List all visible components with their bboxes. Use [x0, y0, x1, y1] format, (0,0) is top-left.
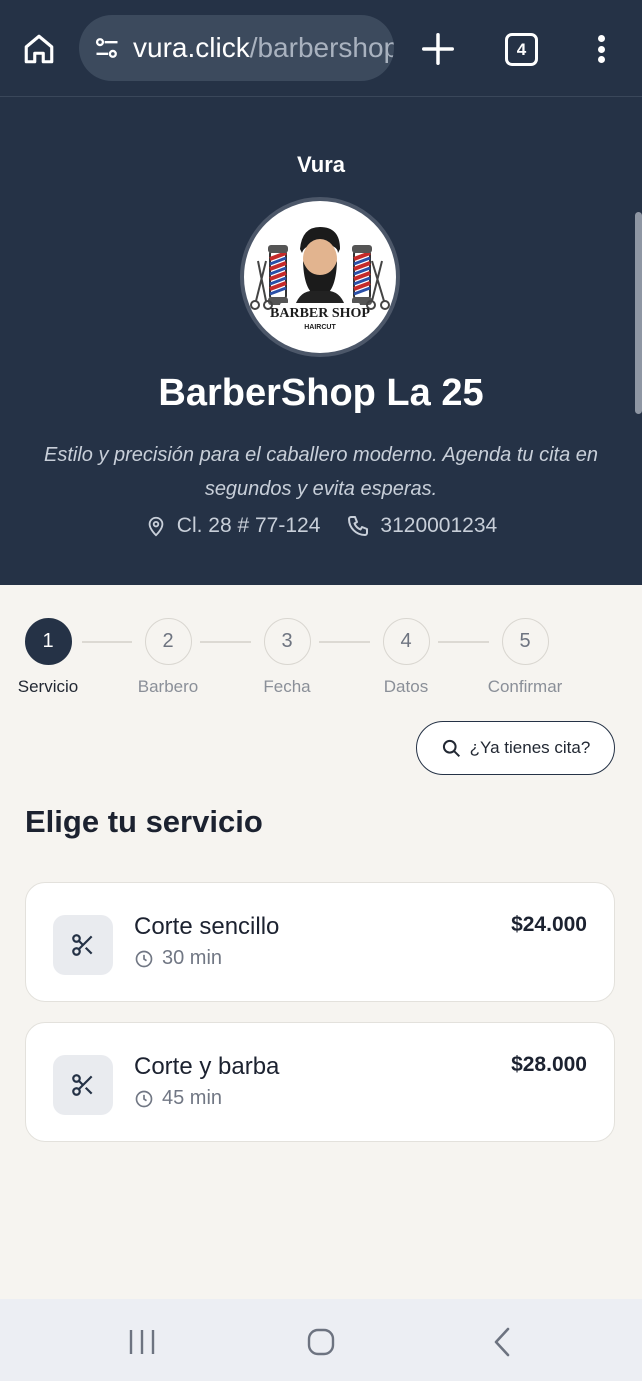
service-name: Corte sencillo [134, 913, 280, 940]
step-fecha[interactable]: 3 Fecha [227, 618, 347, 697]
url-domain: vura.click [133, 32, 250, 63]
step-label: Fecha [263, 677, 311, 696]
shop-tagline: Estilo y precisión para el caballero mod… [43, 444, 599, 500]
site-settings-icon[interactable] [93, 34, 121, 62]
service-duration: 30 min [134, 947, 222, 970]
find-appointment-button[interactable]: ¿Ya tienes cita? [416, 721, 615, 775]
step-datos[interactable]: 4 Datos [346, 618, 466, 697]
home-icon[interactable] [18, 28, 60, 70]
service-duration-text: 30 min [162, 947, 223, 969]
contact-info: Cl. 28 # 77-124 3120001234 [0, 514, 642, 538]
phone-text: 3120001234 [380, 514, 498, 537]
step-number: 5 [501, 618, 549, 665]
address-bar[interactable]: vura.click/barbershop-la-25 [79, 15, 394, 81]
new-tab-icon[interactable] [419, 30, 457, 68]
step-number: 2 [144, 618, 192, 665]
more-menu-icon[interactable] [588, 30, 614, 68]
scissors-icon [53, 1055, 113, 1115]
shop-logo: BARBER SHOP HAIRCUT [240, 197, 400, 357]
url-text: vura.click/barbershop-la-25 [133, 32, 394, 64]
service-card[interactable]: Corte y barba 45 min $28.000 [25, 1022, 615, 1142]
system-nav-bar [0, 1299, 642, 1381]
phone-icon [348, 516, 369, 536]
address-text: Cl. 28 # 77-124 [176, 514, 321, 537]
service-duration-text: 45 min [162, 1087, 223, 1109]
step-servicio[interactable]: 1 Servicio [0, 618, 108, 697]
search-icon [442, 739, 460, 758]
clock-icon [135, 1090, 153, 1107]
home-nav-icon[interactable] [306, 1327, 336, 1357]
recent-apps-icon[interactable] [126, 1328, 158, 1356]
step-label: Servicio [17, 677, 79, 696]
browser-toolbar: vura.click/barbershop-la-25 4 [0, 0, 642, 97]
phone[interactable]: 3120001234 [346, 514, 497, 538]
find-appointment-label: ¿Ya tienes cita? [469, 738, 591, 757]
step-label: Barbero [137, 677, 199, 696]
logo-subtext: HAIRCUT [304, 324, 336, 331]
location-pin-icon [148, 516, 164, 537]
service-card[interactable]: Corte sencillo 30 min $24.000 [25, 882, 615, 1002]
service-name: Corte y barba [134, 1053, 280, 1080]
address[interactable]: Cl. 28 # 77-124 [145, 514, 321, 538]
logo-text: BARBER SHOP [270, 306, 370, 321]
step-label: Datos [383, 677, 429, 696]
shop-name: BarberShop La 25 [158, 372, 484, 414]
barber-pole-right [352, 245, 372, 305]
step-label: Confirmar [487, 677, 563, 696]
step-number: 3 [263, 618, 311, 665]
step-barbero[interactable]: 2 Barbero [108, 618, 228, 697]
url-path: /barbershop-la-25 [249, 32, 394, 63]
booking-stepper: 1 Servicio 2 Barbero 3 Fecha 4 Datos 5 C… [0, 618, 642, 708]
scrollbar[interactable] [635, 212, 642, 414]
clock-icon [135, 950, 153, 967]
step-number: 1 [24, 618, 72, 665]
service-price: $24.000 [511, 913, 587, 936]
service-duration: 45 min [134, 1087, 222, 1110]
service-price: $28.000 [511, 1053, 587, 1076]
back-icon[interactable] [490, 1326, 514, 1358]
barber-pole-left [268, 245, 288, 305]
brand-name: Vura [296, 152, 346, 177]
scissors-icon [53, 915, 113, 975]
step-confirmar[interactable]: 5 Confirmar [465, 618, 585, 697]
step-number: 4 [382, 618, 430, 665]
tab-switcher-button[interactable]: 4 [505, 33, 538, 66]
section-title: Elige tu servicio [25, 804, 263, 839]
